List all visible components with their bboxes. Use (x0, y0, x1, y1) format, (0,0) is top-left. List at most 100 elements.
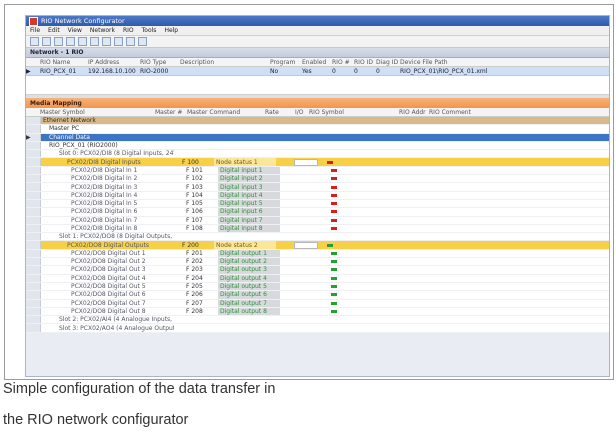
master-command-cell[interactable]: Digital input 6 (218, 208, 280, 216)
row-gutter (26, 299, 41, 307)
network-empty-area (26, 76, 609, 95)
rate-cell (298, 308, 328, 315)
master-command-cell[interactable]: Digital input 8 (218, 224, 280, 233)
row-gutter (26, 249, 41, 258)
tree-row[interactable]: PCX02/DO8 Digital Out 8 F 208 Digital outp… (26, 307, 609, 317)
network-row[interactable]: ▶ RIO_PCX_01 192.168.10.100 RIO-2000 No … (26, 67, 609, 76)
master-symbol-cell: PCX02/DO8 Digital Out 3 (71, 266, 146, 274)
col-enabled[interactable]: Enabled (302, 59, 332, 66)
io-direction-cell (328, 225, 340, 232)
master-command-cell[interactable]: Digital output 6 (218, 291, 280, 299)
tree-row[interactable]: RIO_PCX_01 (RIO2000) (26, 141, 609, 151)
master-command-cell[interactable]: Node status 1 (214, 158, 276, 166)
tree-row[interactable]: Slot 1: PCX02/DO8 (8 Digital Outputs, Tr… (26, 233, 609, 242)
rate-cell[interactable] (294, 241, 324, 249)
menu-tools[interactable]: Tools (142, 27, 157, 34)
menu-rio[interactable]: RIO (123, 27, 134, 34)
tree-row[interactable]: PCX02/DI8 Digital In 5 F 105 Digital input… (26, 199, 609, 209)
master-symbol-cell: PCX02/DO8 Digital Outputs (67, 241, 149, 249)
col-io[interactable]: I/O (295, 109, 309, 116)
tree-row[interactable]: PCX02/DO8 Digital Out 3 F 203 Digital outp… (26, 266, 609, 275)
menu-file[interactable]: File (30, 27, 40, 34)
col-rio-name[interactable]: RIO Name (40, 59, 88, 66)
row-gutter (26, 191, 41, 199)
tree-row[interactable]: PCX02/DI8 Digital In 2 F 102 Digital input… (26, 175, 609, 184)
tree-row[interactable]: ▶ Channel Data (26, 133, 609, 142)
connect-icon[interactable] (126, 37, 135, 46)
master-command-cell[interactable]: Digital output 8 (218, 307, 280, 316)
tree-row[interactable]: PCX02/DO8 Digital Out 5 F 205 Digital outp… (26, 282, 609, 292)
col-device-file-path[interactable]: Device File Path (400, 59, 470, 66)
master-command-cell[interactable]: Digital output 4 (218, 274, 280, 282)
tree-row[interactable]: PCX02/DI8 Digital In 7 F 107 Digital input… (26, 216, 609, 225)
input-marker-icon (331, 168, 337, 172)
open-icon[interactable] (42, 37, 51, 46)
menu-network[interactable]: Network (90, 27, 115, 34)
save-icon[interactable] (54, 37, 63, 46)
master-command-cell[interactable]: Digital output 7 (218, 299, 280, 307)
tree-row[interactable]: PCX02/DI8 Digital In 4 F 104 Digital input… (26, 191, 609, 200)
paste-icon[interactable] (90, 37, 99, 46)
menu-view[interactable]: View (68, 27, 82, 34)
cut-icon[interactable] (66, 37, 75, 46)
row-gutter (26, 208, 41, 216)
master-command-cell[interactable]: Digital input 3 (218, 183, 280, 191)
rate-dropdown[interactable] (294, 158, 318, 166)
menu-edit[interactable]: Edit (48, 27, 60, 34)
tree-row[interactable]: PCX02/DO8 Digital Outputs F 200 Node statu… (26, 241, 609, 250)
redo-icon[interactable] (114, 37, 123, 46)
master-symbol-cell: Channel Data (49, 133, 90, 141)
col-diag-id[interactable]: Diag ID (376, 59, 400, 66)
master-number-cell: F 101 (186, 166, 203, 174)
master-command-cell[interactable]: Node status 2 (214, 241, 276, 249)
tree-row[interactable]: PCX02/DO8 Digital Out 6 F 206 Digital outp… (26, 291, 609, 300)
master-command-cell[interactable]: Digital input 7 (218, 216, 280, 224)
tree-row[interactable]: Ethernet Network (26, 117, 609, 126)
col-master-number[interactable]: Master # (155, 109, 187, 116)
col-rio-type[interactable]: RIO Type (140, 59, 180, 66)
tree-row[interactable]: PCX02/DI8 Digital In 1 F 101 Digital input… (26, 166, 609, 176)
tree-row[interactable]: PCX02/DO8 Digital Out 4 F 204 Digital outp… (26, 274, 609, 283)
tree-row[interactable]: PCX02/DO8 Digital Out 1 F 201 Digital outp… (26, 249, 609, 259)
col-rate[interactable]: Rate (265, 109, 295, 116)
tree-row[interactable]: PCX02/DI8 Digital In 6 F 106 Digital input… (26, 208, 609, 217)
master-command-cell[interactable]: Digital output 1 (218, 249, 280, 258)
copy-icon[interactable] (78, 37, 87, 46)
new-icon[interactable] (30, 37, 39, 46)
col-rio-addr[interactable]: RIO Addr (399, 109, 429, 116)
master-command-cell[interactable]: Digital output 3 (218, 266, 280, 274)
tree-row[interactable]: PCX02/DI8 Digital In 8 F 108 Digital input… (26, 224, 609, 234)
tree-row[interactable]: PCX02/DO8 Digital Out 2 F 202 Digital outp… (26, 258, 609, 267)
col-master-command[interactable]: Master Command (187, 109, 265, 116)
master-command-cell[interactable]: Digital output 2 (218, 258, 280, 266)
tree-row[interactable]: Master PC (26, 125, 609, 134)
col-rio-number[interactable]: RIO # (332, 59, 354, 66)
col-program[interactable]: Program (270, 59, 302, 66)
tree-row[interactable]: PCX02/DI8 Digital Inputs F 100 Node status… (26, 158, 609, 167)
master-command-cell[interactable]: Digital input 2 (218, 175, 280, 183)
master-command-cell[interactable]: Digital output 5 (218, 282, 280, 291)
master-number-cell: F 104 (186, 191, 203, 199)
tree-row[interactable]: Slot 0: PCX02/DI8 (8 Digital Inputs, 24V… (26, 150, 609, 159)
tree-row[interactable]: Slot 3: PCX02/AO4 (4 Analogue Outputs, 0… (26, 324, 609, 333)
rate-cell[interactable] (294, 158, 324, 166)
rate-cell (298, 300, 328, 307)
tree-row[interactable]: Slot 2: PCX02/AI4 (4 Analogue Inputs, 0.… (26, 316, 609, 325)
col-master-symbol[interactable]: Master Symbol (40, 109, 155, 116)
col-description[interactable]: Description (180, 59, 270, 66)
col-rio-symbol[interactable]: RIO Symbol (309, 109, 399, 116)
col-rio-id[interactable]: RIO ID (354, 59, 376, 66)
col-rio-comment[interactable]: RIO Comment (429, 109, 489, 116)
master-command-cell[interactable]: Digital input 4 (218, 191, 280, 199)
menu-help[interactable]: Help (164, 27, 178, 34)
master-command-cell[interactable]: Digital input 5 (218, 199, 280, 208)
tree-row[interactable]: PCX02/DI8 Digital In 3 F 103 Digital input… (26, 183, 609, 192)
output-marker-icon (331, 309, 337, 313)
undo-icon[interactable] (102, 37, 111, 46)
help-icon[interactable] (138, 37, 147, 46)
tree-row[interactable]: PCX02/DO8 Digital Out 7 F 207 Digital outp… (26, 299, 609, 308)
col-ip-address[interactable]: IP Address (88, 59, 140, 66)
master-command-cell[interactable]: Digital input 1 (218, 166, 280, 175)
rate-dropdown[interactable] (294, 241, 318, 249)
master-symbol-cell: PCX02/DO8 Digital Out 4 (71, 274, 146, 282)
